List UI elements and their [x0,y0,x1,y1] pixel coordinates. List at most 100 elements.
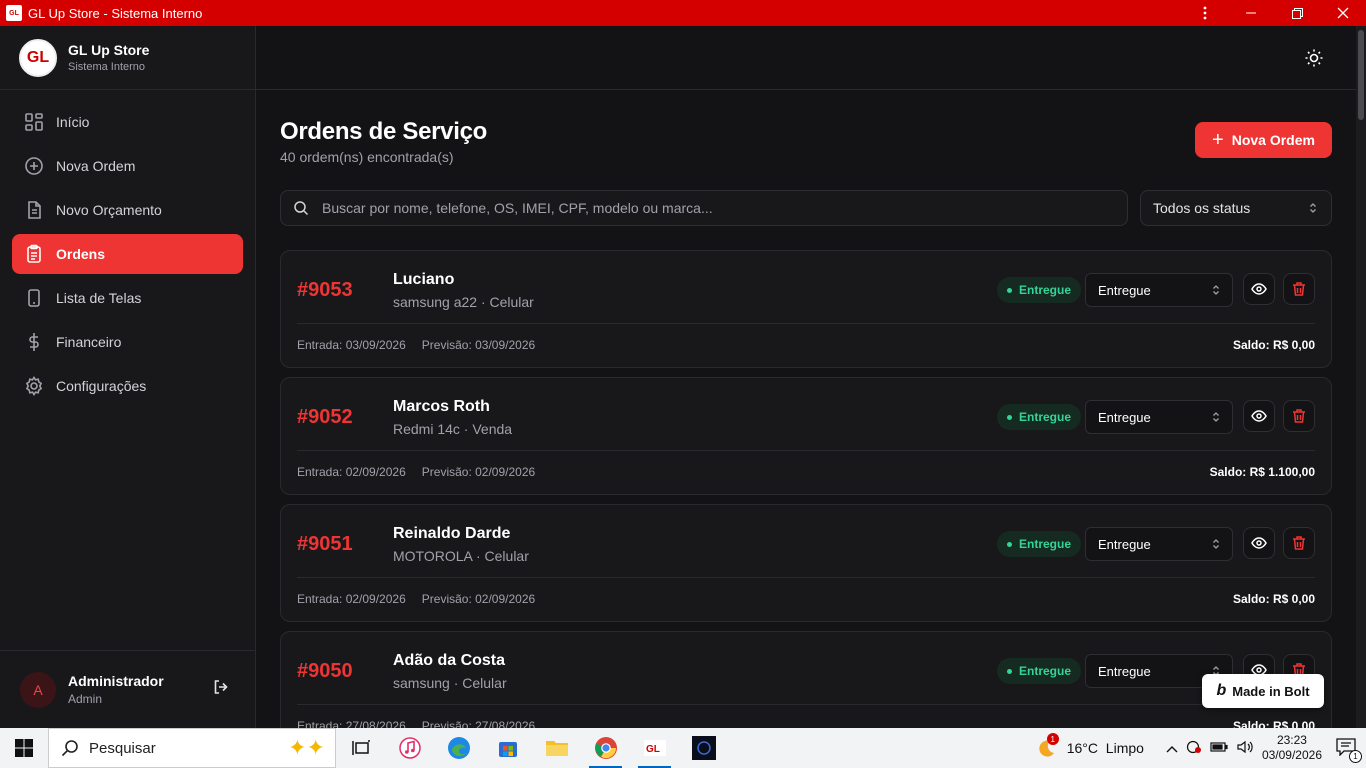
sidebar-item-inicio[interactable]: Início [12,102,243,142]
restore-button[interactable] [1274,0,1320,26]
taskbar-search-label: Pesquisar [89,739,156,757]
order-number[interactable]: #9053 [297,279,353,302]
card-divider [297,577,1315,578]
theme-toggle-button[interactable] [1304,48,1324,73]
sidebar-item-configuracoes[interactable]: Configurações [12,366,243,406]
order-card[interactable]: #9053 Luciano samsung a22 · Celular Entr… [280,250,1332,368]
minimize-button[interactable] [1228,0,1274,26]
logout-icon [214,680,228,694]
order-balance: Saldo: R$ 0,00 [1232,338,1315,352]
taskbar-file-explorer[interactable] [532,728,581,768]
view-order-button[interactable] [1243,273,1275,305]
brand-logo: GL [19,38,57,77]
status-filter-select[interactable]: Todos os status [1140,190,1332,226]
taskbar-search[interactable]: Pesquisar ✦✦ [48,728,336,768]
volume-icon[interactable] [1236,740,1254,757]
sidebar-item-nova-ordem[interactable]: Nova Ordem [12,146,243,186]
order-number[interactable]: #9050 [297,660,353,683]
entry-date: Entrada: 02/09/2026 [297,465,406,479]
sidebar-item-novo-orcamento[interactable]: Novo Orçamento [12,190,243,230]
sidebar-item-financeiro[interactable]: Financeiro [12,322,243,362]
system-clock[interactable]: 23:23 03/09/2026 [1262,733,1322,763]
order-card[interactable]: #9052 Marcos Roth Redmi 14c · Venda Entr… [280,377,1332,495]
made-in-bolt-badge[interactable]: b Made in Bolt [1202,674,1324,708]
search-input[interactable] [322,200,1102,216]
card-divider [297,323,1315,324]
network-icon[interactable] [1186,740,1202,757]
weather-widget[interactable]: 1 16°C Limpo [1035,733,1144,759]
order-dates: Entrada: 03/09/2026 Previsão: 03/09/2026 [297,338,535,352]
sidebar-item-ordens[interactable]: Ordens [12,234,243,274]
status-select[interactable]: Entregue [1085,400,1233,434]
orders-list: #9053 Luciano samsung a22 · Celular Entr… [280,250,1332,728]
status-badge: Entregue [997,277,1082,303]
close-button[interactable] [1320,0,1366,26]
logout-button[interactable] [213,679,229,700]
status-select-value: Entregue [1098,282,1151,298]
delete-order-button[interactable] [1283,273,1315,305]
task-view-button[interactable] [336,728,385,768]
more-options-button[interactable] [1182,0,1228,26]
entry-date: Entrada: 03/09/2026 [297,338,406,352]
sidebar-item-label: Ordens [56,246,106,262]
user-role: Admin [68,692,103,706]
device-info: samsung · Celular [393,675,507,691]
taskbar-chrome[interactable] [581,728,630,768]
grid-icon [25,113,43,131]
sidebar-item-label: Nova Ordem [56,158,136,174]
delete-order-button[interactable] [1283,400,1315,432]
card-divider [297,450,1315,451]
window-title: GL Up Store - Sistema Interno [28,5,203,21]
status-select[interactable]: Entregue [1085,273,1233,307]
delete-order-button[interactable] [1283,527,1315,559]
start-button[interactable] [0,728,48,768]
page-title: Ordens de Serviço [280,118,487,145]
edge-browser-icon [447,737,470,759]
taskbar-app-dark[interactable] [679,728,728,768]
scrollbar-thumb[interactable] [1358,30,1364,120]
taskbar-itunes[interactable] [385,728,434,768]
dollar-icon [29,333,39,351]
sidebar-item-label: Configurações [56,378,147,394]
user-name: Administrador [68,673,164,689]
brand: GL GL Up Store Sistema Interno [0,26,255,90]
view-order-button[interactable] [1243,400,1275,432]
chevron-up-down-icon [1310,203,1316,213]
trash-icon [1293,536,1305,550]
clipboard-icon [27,244,41,263]
order-balance: Saldo: R$ 0,00 [1232,592,1315,606]
taskbar-edge[interactable] [434,728,483,768]
view-order-button[interactable] [1243,527,1275,559]
svg-text:GL: GL [646,744,660,755]
weather-label: 16°C Limpo [1066,740,1144,756]
app-logo-icon [691,736,716,760]
bolt-badge-label: Made in Bolt [1232,683,1310,699]
status-select-value: Entregue [1098,663,1151,679]
order-dates: Entrada: 02/09/2026 Previsão: 02/09/2026 [297,592,535,606]
taskbar-gl-up-store[interactable]: GL [630,728,679,768]
sun-icon [1305,49,1323,67]
device-info: samsung a22 · Celular [393,294,534,310]
order-card[interactable]: #9051 Reinaldo Darde MOTOROLA · Celular … [280,504,1332,622]
notification-center-button[interactable]: 1 [1336,737,1362,763]
sidebar-item-lista-de-telas[interactable]: Lista de Telas [12,278,243,318]
phone-icon [28,289,40,307]
status-select[interactable]: Entregue [1085,527,1233,561]
status-badge: Entregue [997,658,1082,684]
chevron-up-icon[interactable] [1166,741,1178,756]
order-number[interactable]: #9051 [297,533,353,556]
search-icon [61,740,78,757]
taskbar-store[interactable] [483,728,532,768]
order-card[interactable]: #9050 Adão da Costa samsung · Celular En… [280,631,1332,728]
new-order-button[interactable]: + Nova Ordem [1195,122,1332,158]
card-divider [297,704,1315,705]
sidebar-item-label: Lista de Telas [56,290,142,306]
gear-icon [25,376,43,396]
client-name: Reinaldo Darde [393,525,511,542]
search-icon [294,201,309,216]
page-scrollbar[interactable] [1356,26,1366,728]
order-number[interactable]: #9052 [297,406,353,429]
battery-icon[interactable] [1210,741,1228,756]
close-icon [1337,7,1349,19]
device-info: MOTOROLA · Celular [393,548,529,564]
